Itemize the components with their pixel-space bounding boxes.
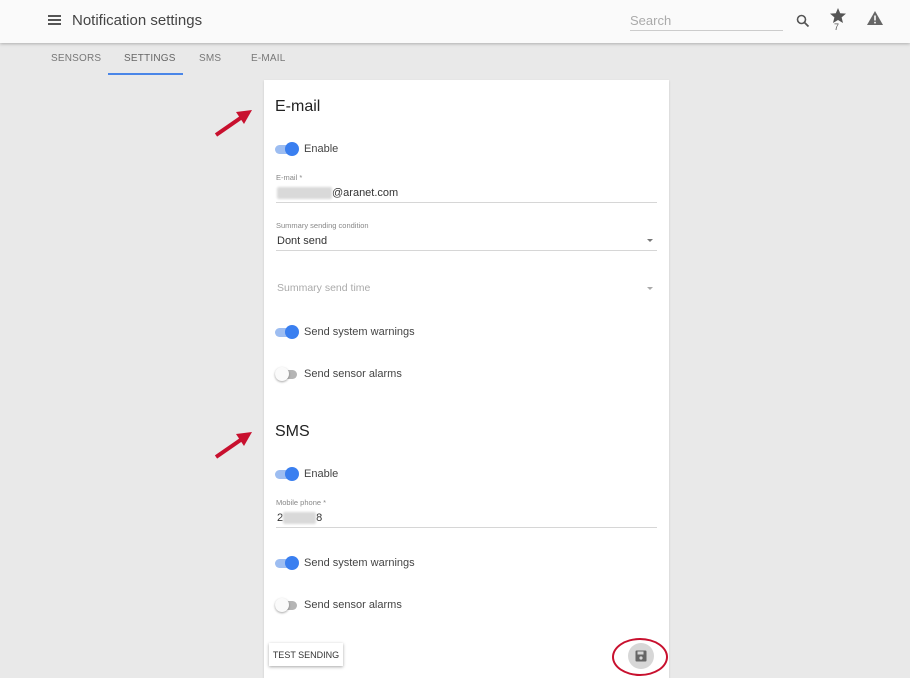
search-input[interactable] bbox=[630, 11, 783, 31]
tab-sms[interactable]: SMS bbox=[199, 53, 221, 64]
warning-icon[interactable] bbox=[867, 11, 883, 25]
sms-enable-toggle[interactable] bbox=[275, 467, 299, 481]
sms-sensor-alarms-label: Send sensor alarms bbox=[304, 599, 402, 611]
tab-settings[interactable]: SETTINGS bbox=[124, 53, 176, 64]
sms-sensor-alarms-toggle[interactable] bbox=[275, 598, 299, 612]
email-sensor-alarms-label: Send sensor alarms bbox=[304, 368, 402, 380]
summary-condition-label: Summary sending condition bbox=[276, 221, 369, 230]
summary-time-placeholder: Summary send time bbox=[277, 282, 371, 294]
menu-icon[interactable] bbox=[48, 15, 61, 25]
phone-value-end: 8 bbox=[316, 512, 323, 524]
email-system-warnings-label: Send system warnings bbox=[304, 326, 415, 338]
tab-bar: SENSORS SETTINGS SMS E-MAIL bbox=[0, 43, 910, 75]
email-field-label: E-mail * bbox=[276, 173, 303, 182]
summary-condition-value: Dont send bbox=[277, 235, 328, 247]
tab-sensors[interactable]: SENSORS bbox=[51, 53, 101, 64]
annotation-arrow-email bbox=[214, 110, 252, 137]
email-enable-toggle[interactable] bbox=[275, 142, 299, 156]
annotation-arrow-sms bbox=[214, 432, 252, 459]
email-sensor-alarms-toggle[interactable] bbox=[275, 367, 299, 381]
mobile-phone-field[interactable]: Mobile phone * 2xxxxxx8 bbox=[276, 498, 657, 528]
summary-condition-select[interactable]: Summary sending condition Dont send bbox=[276, 221, 657, 251]
summary-time-select[interactable]: Summary send time bbox=[276, 278, 657, 302]
favorites-count: 7 bbox=[834, 22, 840, 32]
search-icon[interactable] bbox=[796, 14, 810, 28]
email-domain-value: @aranet.com bbox=[332, 187, 399, 199]
save-button[interactable] bbox=[628, 643, 654, 669]
app-header: Notification settings 7 bbox=[0, 0, 910, 43]
settings-card: E-mail Enable E-mail * xxxxxxxxxx@aranet… bbox=[264, 80, 669, 678]
email-system-warnings-toggle[interactable] bbox=[275, 325, 299, 339]
chevron-down-icon bbox=[647, 287, 653, 290]
email-section-title: E-mail bbox=[275, 98, 321, 115]
test-sending-button[interactable]: TEST SENDING bbox=[269, 643, 343, 666]
sms-section-title: SMS bbox=[275, 423, 310, 440]
email-masked-value: xxxxxxxxxx bbox=[277, 187, 332, 199]
chevron-down-icon bbox=[647, 239, 653, 242]
sms-enable-label: Enable bbox=[304, 468, 339, 480]
save-icon bbox=[635, 650, 647, 662]
sms-system-warnings-toggle[interactable] bbox=[275, 556, 299, 570]
page-title: Notification settings bbox=[72, 12, 203, 29]
active-tab-indicator bbox=[108, 73, 183, 75]
email-enable-label: Enable bbox=[304, 143, 339, 155]
sms-system-warnings-label: Send system warnings bbox=[304, 557, 415, 569]
email-field[interactable]: E-mail * xxxxxxxxxx@aranet.com bbox=[276, 173, 657, 203]
tab-email[interactable]: E-MAIL bbox=[251, 53, 286, 64]
phone-masked-value: xxxxxx bbox=[283, 512, 317, 524]
mobile-phone-label: Mobile phone * bbox=[276, 498, 327, 507]
